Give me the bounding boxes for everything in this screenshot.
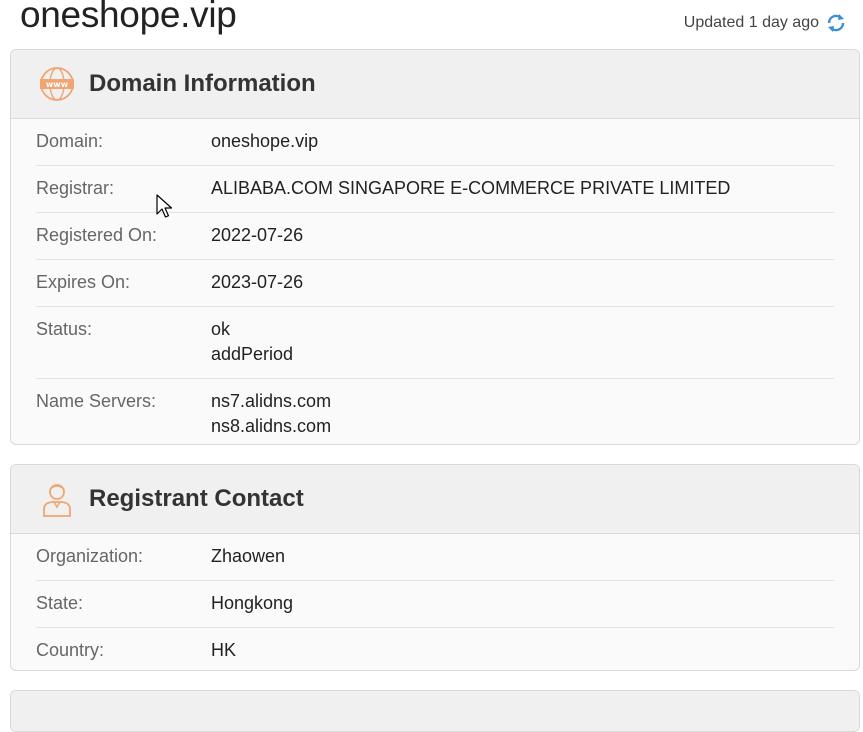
info-row: Expires On: 2023-07-26 [36,260,834,307]
row-label: Expires On: [36,272,131,292]
row-label: Registered On: [36,225,158,245]
person-icon [37,479,77,519]
domain-information-header: www Domain Information [11,50,859,119]
registrant-contact-card: Registrant Contact Organization: Zhaowen S… [10,464,860,671]
row-value-line: addPeriod [211,344,294,364]
info-row: Name Servers: ns7.alidns.com ns8.alidns.co… [36,379,834,444]
row-value-line: 2023-07-26 [211,272,304,292]
domain-information-heading: Domain Information [89,70,316,97]
info-row: Registered On: 2022-07-26 [36,213,834,260]
row-value: 2023-07-26 [211,270,303,295]
row-value-line: Hongkong [211,593,294,613]
row-label: Name Servers: [36,391,157,411]
registrant-contact-heading: Registrant Contact [89,485,304,512]
row-value: 2022-07-26 [211,223,303,248]
row-value-line: ns8.alidns.com [211,416,332,436]
registrant-contact-header: Registrant Contact [11,465,859,534]
page-title: oneshope.vip [20,0,237,35]
row-value-line: 2022-07-26 [211,225,304,245]
row-value-line: oneshope.vip [211,131,319,151]
row-value: ok addPeriod [211,317,293,367]
row-label: State: [36,593,84,613]
row-value: HK [211,638,236,663]
info-row: Domain: oneshope.vip [36,119,834,166]
info-row: Country: HK [36,628,834,670]
row-value-line: HK [211,640,237,660]
row-value-line: ok [211,319,231,339]
domain-information-rows: Domain: oneshope.vip Registrar: ALIBABA.COM… [11,119,859,444]
registrant-contact-rows: Organization: Zhaowen State: Hongkong Countr… [11,534,859,670]
updated-status: Updated 1 day ago [684,12,847,34]
row-label: Organization: [36,546,144,566]
row-value: ALIBABA.COM SINGAPORE E-COMMERCE PRIVATE… [211,176,730,201]
mouse-cursor-icon [156,194,173,218]
row-value-line: Zhaowen [211,546,286,566]
refresh-icon[interactable] [825,12,847,34]
row-value: Hongkong [211,591,293,616]
row-label: Country: [36,640,105,660]
row-label: Registrar: [36,178,115,198]
row-label: Domain: [36,131,104,151]
svg-text:www: www [46,80,69,89]
row-value-line: ns7.alidns.com [211,391,332,411]
row-value-line: ALIBABA.COM SINGAPORE E-COMMERCE PRIVATE… [211,178,731,198]
info-row: Status: ok addPeriod [36,307,834,379]
row-value: ns7.alidns.com ns8.alidns.com [211,389,331,439]
updated-text: Updated 1 day ago [683,14,819,31]
www-icon: www [37,64,77,104]
row-value: oneshope.vip [211,129,318,154]
next-card [10,690,860,732]
domain-information-card: www Domain Information Domain: oneshope.v… [10,49,860,445]
row-value: Zhaowen [211,544,285,569]
info-row: State: Hongkong [36,581,834,628]
next-card-header [11,691,859,731]
info-row: Organization: Zhaowen [36,534,834,581]
row-label: Status: [36,319,93,339]
